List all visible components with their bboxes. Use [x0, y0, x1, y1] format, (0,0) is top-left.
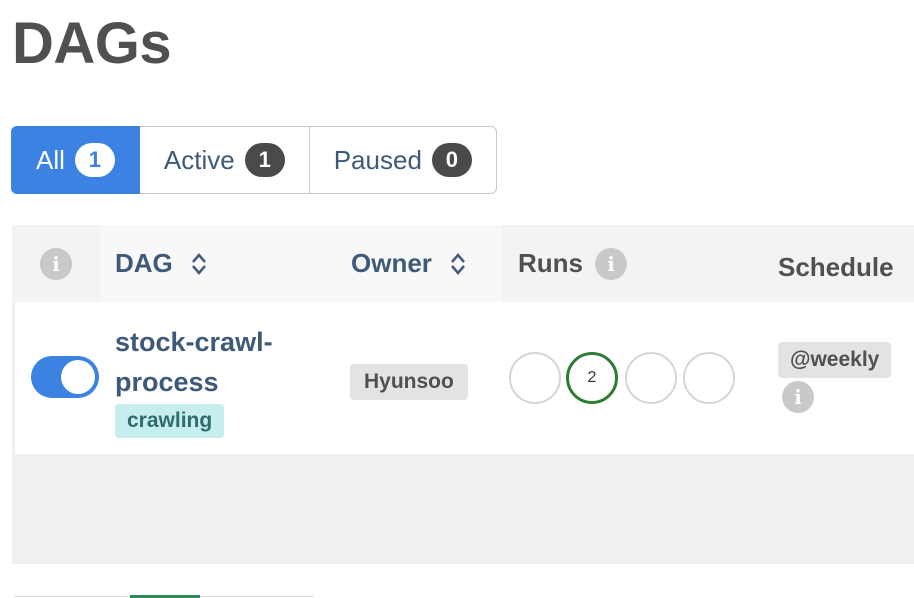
header-owner[interactable]: Owner — [334, 225, 502, 302]
run-state-running[interactable] — [625, 352, 677, 404]
dag-tag[interactable]: crawling — [115, 404, 225, 438]
info-icon[interactable]: i — [782, 381, 814, 413]
header-schedule-label: Schedule — [778, 252, 894, 282]
pause-toggle[interactable] — [31, 356, 99, 398]
filter-active-count: 1 — [244, 143, 285, 177]
header-schedule: Schedule — [778, 229, 914, 306]
dags-table: i DAG Owner Runs i Schedule stock-crawl-… — [12, 225, 914, 564]
filter-paused-label: Paused — [333, 144, 422, 175]
table-header: i DAG Owner Runs i Schedule — [12, 225, 914, 302]
dag-id-line2: process — [115, 367, 219, 397]
filter-active-button[interactable]: Active 1 — [139, 126, 310, 194]
run-state-success[interactable]: 2 — [566, 352, 618, 404]
table-row: stock-crawl- process crawling Hyunsoo 2 … — [15, 302, 914, 454]
filter-all-count: 1 — [74, 143, 115, 177]
info-icon[interactable]: i — [595, 247, 627, 280]
filter-paused-button[interactable]: Paused 0 — [309, 126, 497, 194]
filter-active-label: Active — [163, 144, 235, 175]
header-dag-label: DAG — [115, 248, 173, 278]
dag-filter-tabs: All 1 Active 1 Paused 0 — [11, 126, 497, 194]
run-state-failed[interactable] — [683, 352, 735, 404]
sort-icon[interactable] — [191, 252, 207, 276]
dag-id-line1: stock-crawl- — [115, 327, 273, 357]
header-info-cell: i — [12, 225, 100, 302]
run-state-queued[interactable] — [509, 352, 561, 404]
owner-label: Hyunsoo — [350, 364, 468, 400]
header-dag[interactable]: DAG — [100, 225, 334, 302]
filter-all-button[interactable]: All 1 — [11, 126, 140, 194]
schedule-label[interactable]: @weekly — [778, 342, 892, 378]
header-runs-label: Runs — [518, 248, 583, 278]
header-owner-label: Owner — [351, 248, 432, 278]
filter-paused-count: 0 — [431, 143, 472, 177]
dags-page: DAGs All 1 Active 1 Paused 0 i DAG Owner… — [0, 0, 914, 598]
sort-icon[interactable] — [450, 252, 466, 276]
dag-id-link[interactable]: stock-crawl- process — [115, 322, 325, 402]
header-runs: Runs i — [518, 225, 718, 302]
info-icon[interactable]: i — [40, 247, 72, 280]
filter-all-label: All — [36, 144, 65, 175]
page-title: DAGs — [12, 11, 172, 76]
toggle-knob — [61, 360, 95, 394]
